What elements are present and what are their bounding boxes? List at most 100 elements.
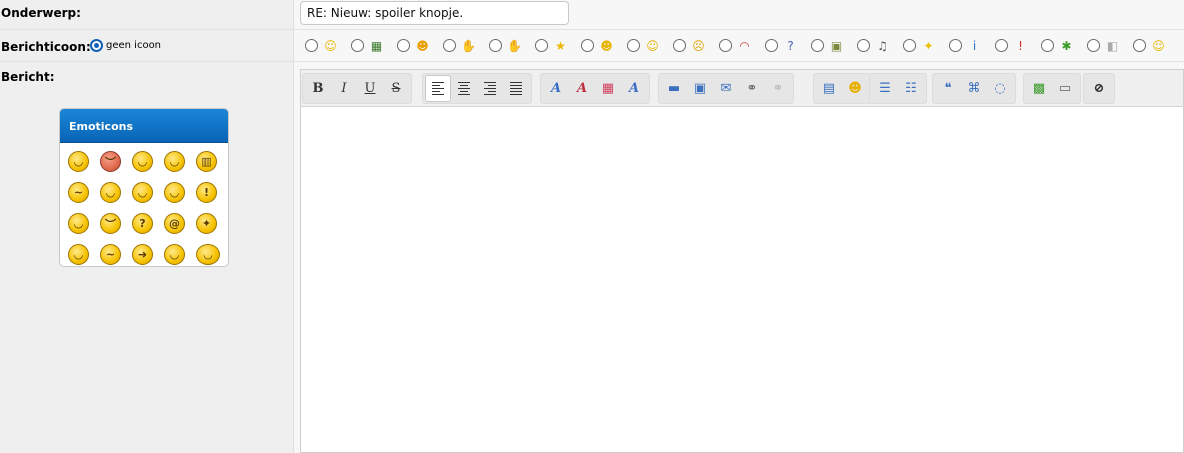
bullet-list-button[interactable]: ☰ (872, 75, 898, 102)
color-button[interactable]: ▦ (595, 75, 621, 102)
insert-image-button[interactable]: ▣ (687, 75, 713, 102)
post-icon-option[interactable]: ☻ (581, 38, 614, 53)
post-icon-radio[interactable] (857, 39, 870, 52)
sleepy-emoticon-icon[interactable]: ◡ (68, 244, 89, 265)
message-label-cell: Bericht: Emoticons ◡ ︶ ◡ ◡ ▥ ~ ◡ ◡ ◡! ◡ ︶? @ ✦ ◡ ~ ➜ ◡ ◡ (0, 62, 294, 453)
star-icon: ★ (555, 38, 566, 53)
post-icon-radio[interactable] (1041, 39, 1054, 52)
insert-email-button[interactable]: ✉ (713, 75, 739, 102)
post-icon-label-cell: Berichticoon: geen icoon (0, 30, 294, 61)
frown-emoticon-icon[interactable]: ︶ (100, 213, 121, 234)
post-icon-radio[interactable] (535, 39, 548, 52)
angel-emoticon-icon[interactable]: ◡ (196, 244, 220, 265)
post-icon-option[interactable]: ! (995, 38, 1028, 53)
post-icon-radio[interactable] (949, 39, 962, 52)
no-icon-radio[interactable] (90, 39, 103, 52)
italic-button[interactable]: I (331, 75, 357, 102)
post-icon-option[interactable]: ☺ (627, 38, 660, 53)
post-icon-option[interactable]: ☹ (673, 38, 706, 53)
no-icon-option[interactable]: geen icoon (90, 39, 161, 52)
code-button[interactable]: ⌘ (961, 75, 987, 102)
post-icon-radio[interactable] (811, 39, 824, 52)
align-center-button[interactable] (451, 75, 477, 102)
big-grin-emoticon-icon[interactable]: ▥ (196, 151, 217, 172)
post-icon-radio[interactable] (397, 39, 410, 52)
toolbar-group: ☰ ☷ (869, 73, 927, 104)
package-icon: ◧ (1106, 38, 1119, 53)
post-icon-option[interactable]: ♫ (857, 38, 890, 53)
post-icon-option[interactable]: i (949, 38, 982, 53)
post-icon-option[interactable]: ✋ (443, 38, 476, 53)
doubt-emoticon-icon[interactable]: ~ (100, 244, 121, 265)
font-button[interactable]: A (543, 75, 569, 102)
laugh-emoticon-icon[interactable]: ◡ (164, 244, 185, 265)
idea-emoticon-icon[interactable]: ✦ (196, 213, 217, 234)
spoiler-bubble-button[interactable]: ◌ (987, 75, 1013, 102)
post-icon-radio[interactable] (351, 39, 364, 52)
post-icon-radio[interactable] (1087, 39, 1100, 52)
post-icon-option[interactable]: ☻ (397, 38, 430, 53)
post-icon-radio[interactable] (719, 39, 732, 52)
post-icon-radio[interactable] (489, 39, 502, 52)
cool-emoticon-icon[interactable]: ◡ (132, 151, 153, 172)
quote-button[interactable]: ❝ (935, 75, 961, 102)
exclamation-icon: ! (1018, 38, 1023, 53)
insert-smiley-button[interactable]: ☻ (842, 75, 868, 102)
post-icon-radio[interactable] (627, 39, 640, 52)
happy-icon: ☻ (600, 38, 613, 53)
post-icon-option[interactable]: ▣ (811, 38, 844, 53)
underline-button[interactable]: U (357, 75, 383, 102)
post-icon-radio[interactable] (1133, 39, 1146, 52)
subject-label-cell: Onderwerp: (0, 0, 294, 29)
subject-input[interactable] (300, 1, 569, 25)
exclamation-emoticon-icon[interactable]: ! (196, 182, 217, 203)
source-mode-button[interactable]: ▩ (1026, 75, 1052, 102)
post-icon-option[interactable]: ✱ (1041, 38, 1074, 53)
shades-emoticon-icon[interactable]: ◡ (132, 182, 153, 203)
post-icon-radio[interactable] (305, 39, 318, 52)
post-icon-option[interactable]: ★ (535, 38, 568, 53)
message-body[interactable] (301, 108, 1183, 452)
post-icon-radio[interactable] (443, 39, 456, 52)
strikethrough-button[interactable]: S (383, 75, 409, 102)
post-icon-option[interactable]: ☺ (1133, 38, 1166, 53)
spoiler-hide-button[interactable]: ⊘ (1086, 75, 1112, 102)
post-icon-radio[interactable] (995, 39, 1008, 52)
mad-emoticon-icon[interactable]: ︶ (100, 151, 121, 172)
bold-button[interactable]: B (305, 75, 331, 102)
insert-video-button[interactable]: ▤ (816, 75, 842, 102)
post-icon-option[interactable]: ▦ (351, 38, 384, 53)
numbered-list-button[interactable]: ☷ (898, 75, 924, 102)
insert-link-button[interactable]: ⚭ (739, 75, 765, 102)
post-icon-option[interactable]: ☺ (305, 38, 338, 53)
post-icon-radio[interactable] (903, 39, 916, 52)
huh-emoticon-icon[interactable]: ? (132, 213, 153, 234)
rolleyes-emoticon-icon[interactable]: ◡ (164, 182, 185, 203)
align-right-button[interactable] (477, 75, 503, 102)
picture-icon: ▣ (830, 38, 843, 53)
at-emoticon-icon[interactable]: @ (164, 213, 185, 234)
post-icon-option[interactable]: ? (765, 38, 798, 53)
horizontal-rule-button[interactable]: ▬ (661, 75, 687, 102)
post-icon-option[interactable]: ✋ (489, 38, 522, 53)
preview-button[interactable]: ▭ (1052, 75, 1078, 102)
post-icon-radio[interactable] (673, 39, 686, 52)
arrow-emoticon-icon[interactable]: ➜ (132, 244, 153, 265)
justify-button[interactable] (503, 75, 529, 102)
post-icon-option[interactable]: ◧ (1087, 38, 1120, 53)
post-icon-option[interactable]: ✦ (903, 38, 936, 53)
info-icon: i (972, 38, 977, 53)
clear-format-button[interactable]: A (621, 75, 647, 102)
post-icon-radio[interactable] (765, 39, 778, 52)
align-left-button[interactable] (425, 75, 451, 102)
font-size-button[interactable]: A (569, 75, 595, 102)
eek-emoticon-icon[interactable]: ◡ (68, 213, 89, 234)
smile-emoticon-icon[interactable]: ◡ (68, 151, 89, 172)
post-icon-option[interactable]: ◠ (719, 38, 752, 53)
tongue-emoticon-icon[interactable]: ◡ (100, 182, 121, 203)
confused-emoticon-icon[interactable]: ~ (68, 182, 89, 203)
post-icon-radio[interactable] (581, 39, 594, 52)
unlink-button[interactable]: ⚭ (765, 75, 791, 102)
wink-emoticon-icon[interactable]: ◡ (164, 151, 185, 172)
thumbs-up-icon: ✋ (461, 38, 476, 53)
